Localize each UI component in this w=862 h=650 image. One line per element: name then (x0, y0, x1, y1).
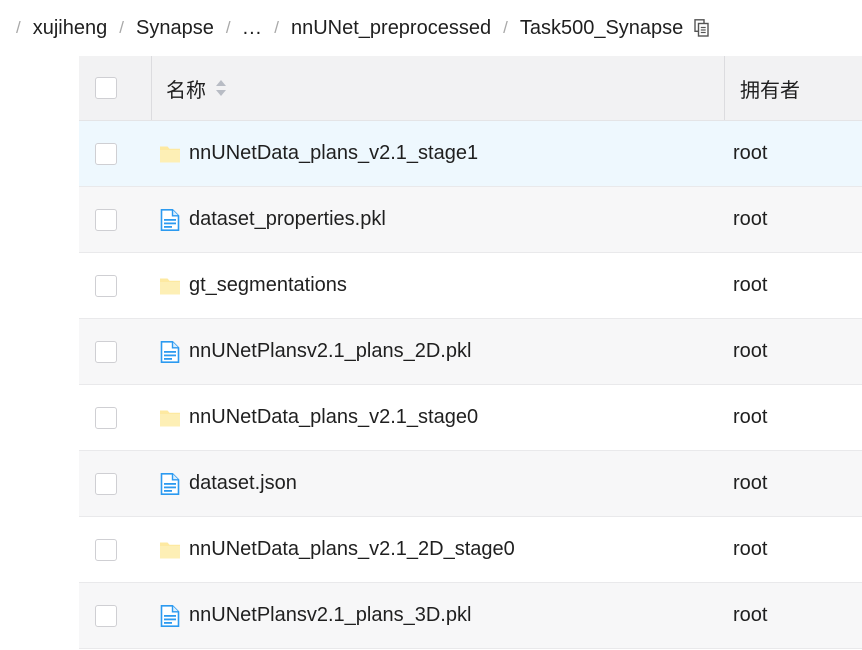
file-name[interactable]: nnUNetData_plans_v2.1_stage0 (189, 406, 478, 429)
folder-icon (159, 143, 181, 165)
table-row[interactable]: nnUNetPlansv2.1_plans_3D.pkl root (79, 583, 862, 649)
table-row[interactable]: nnUNetData_plans_v2.1_2D_stage0 root (79, 517, 862, 583)
file-name-cell[interactable]: nnUNetData_plans_v2.1_2D_stage0 (151, 538, 724, 561)
breadcrumb-item-xujiheng[interactable]: xujiheng (33, 17, 108, 40)
owner-cell: root (733, 472, 768, 494)
table-row[interactable]: dataset_properties.pkl root (79, 187, 862, 253)
file-name[interactable]: dataset.json (189, 472, 297, 495)
header-checkbox-cell (79, 77, 151, 99)
column-header-name[interactable]: 名称 (151, 56, 724, 120)
breadcrumb: / xujiheng / Synapse / ... / nnUNet_prep… (0, 0, 862, 56)
owner-cell: root (733, 274, 768, 296)
column-header-owner-label: 拥有者 (740, 79, 800, 102)
row-checkbox-cell (79, 406, 151, 429)
row-checkbox[interactable] (95, 604, 117, 627)
file-name[interactable]: nnUNetPlansv2.1_plans_2D.pkl (189, 340, 471, 363)
column-header-owner[interactable]: 拥有者 (724, 56, 862, 120)
file-name-cell[interactable]: dataset.json (151, 472, 724, 495)
breadcrumb-separator: / (225, 18, 231, 37)
owner-cell: root (733, 604, 768, 626)
owner-cell: root (733, 208, 768, 230)
row-checkbox[interactable] (95, 538, 117, 561)
table-row[interactable]: nnUNetPlansv2.1_plans_2D.pkl root (79, 319, 862, 385)
row-checkbox-cell (79, 208, 151, 231)
table-row[interactable]: nnUNetData_plans_v2.1_stage0 root (79, 385, 862, 451)
file-name[interactable]: nnUNetData_plans_v2.1_2D_stage0 (189, 538, 515, 561)
table-row[interactable]: gt_segmentations root (79, 253, 862, 319)
file-name-cell[interactable]: nnUNetData_plans_v2.1_stage0 (151, 406, 724, 429)
table-body: nnUNetData_plans_v2.1_stage1 root dataset_… (79, 121, 862, 649)
row-checkbox-cell (79, 274, 151, 297)
owner-cell: root (733, 406, 768, 428)
row-checkbox-cell (79, 142, 151, 165)
file-name-cell[interactable]: nnUNetData_plans_v2.1_stage1 (151, 142, 724, 165)
row-checkbox[interactable] (95, 340, 117, 363)
owner-cell: root (733, 538, 768, 560)
table-header: 名称 拥有者 (79, 56, 862, 121)
column-header-name-label: 名称 (166, 79, 206, 102)
select-all-checkbox[interactable] (95, 77, 117, 99)
file-icon (159, 472, 181, 495)
file-icon (159, 208, 181, 231)
table-row[interactable]: dataset.json root (79, 451, 862, 517)
breadcrumb-item-ellipsis[interactable]: ... (243, 17, 263, 40)
folder-icon (159, 275, 181, 297)
file-name[interactable]: dataset_properties.pkl (189, 208, 386, 231)
folder-icon (159, 407, 181, 429)
file-name-cell[interactable]: nnUNetPlansv2.1_plans_2D.pkl (151, 340, 724, 363)
row-checkbox-cell (79, 538, 151, 561)
file-name-cell[interactable]: nnUNetPlansv2.1_plans_3D.pkl (151, 604, 724, 627)
file-name[interactable]: nnUNetPlansv2.1_plans_3D.pkl (189, 604, 471, 627)
file-name-cell[interactable]: gt_segmentations (151, 274, 724, 297)
owner-cell: root (733, 340, 768, 362)
row-checkbox[interactable] (95, 208, 117, 231)
breadcrumb-separator: / (16, 18, 21, 37)
breadcrumb-separator: / (274, 18, 279, 37)
breadcrumb-separator: / (119, 18, 124, 37)
folder-icon (159, 539, 181, 561)
file-name[interactable]: gt_segmentations (189, 274, 347, 297)
table-row[interactable]: nnUNetData_plans_v2.1_stage1 root (79, 121, 862, 187)
breadcrumb-separator: / (503, 18, 508, 37)
row-checkbox-cell (79, 472, 151, 495)
file-name[interactable]: nnUNetData_plans_v2.1_stage1 (189, 142, 478, 165)
owner-cell: root (733, 142, 768, 164)
row-checkbox[interactable] (95, 142, 117, 165)
breadcrumb-item-nnunet-preprocessed[interactable]: nnUNet_preprocessed (291, 17, 491, 40)
sort-icon[interactable] (215, 78, 227, 98)
file-icon (159, 604, 181, 627)
row-checkbox-cell (79, 340, 151, 363)
row-checkbox[interactable] (95, 472, 117, 495)
file-name-cell[interactable]: dataset_properties.pkl (151, 208, 724, 231)
file-table: 名称 拥有者 nnUNetData_plans_v2.1_stage1 root d… (79, 56, 862, 649)
row-checkbox[interactable] (95, 274, 117, 297)
row-checkbox-cell (79, 604, 151, 627)
breadcrumb-item-synapse[interactable]: Synapse (136, 17, 214, 40)
copy-icon[interactable] (694, 19, 710, 37)
file-icon (159, 340, 181, 363)
row-checkbox[interactable] (95, 406, 117, 429)
breadcrumb-item-current: Task500_Synapse (519, 16, 684, 39)
